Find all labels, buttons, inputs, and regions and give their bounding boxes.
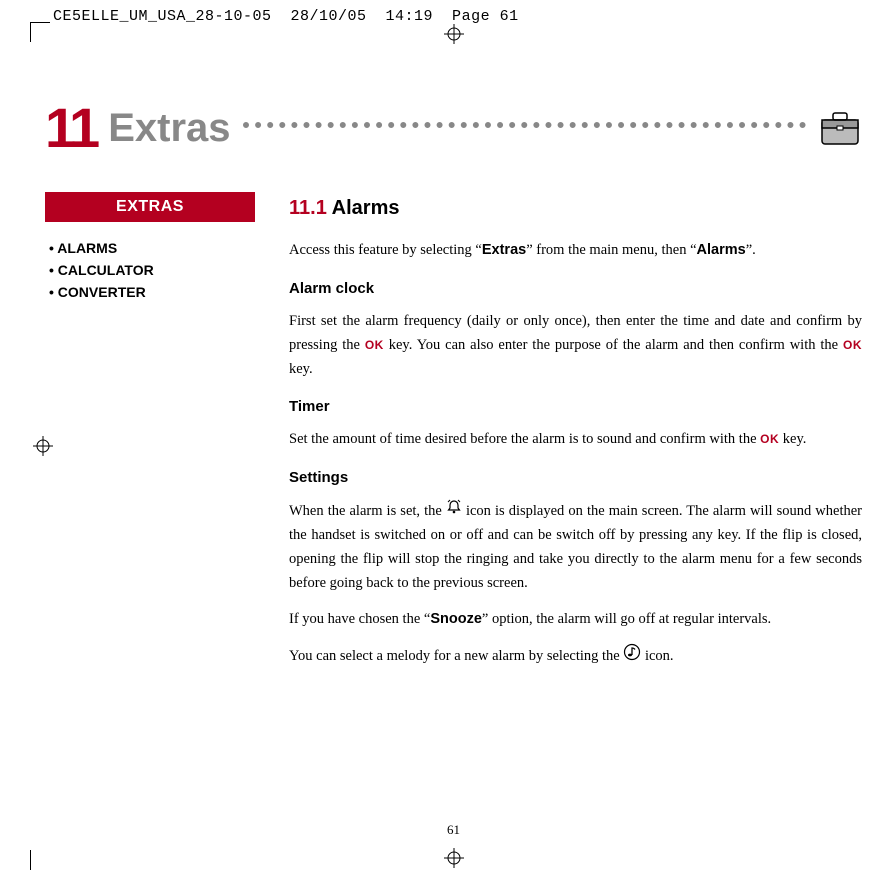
crop-mark-bl bbox=[30, 850, 50, 870]
alarm-clock-paragraph: First set the alarm frequency (daily or … bbox=[289, 310, 862, 382]
dot-leader bbox=[243, 122, 806, 128]
registration-mark-bottom bbox=[444, 848, 464, 868]
settings-heading: Settings bbox=[289, 466, 862, 491]
section-title: Alarms bbox=[332, 197, 400, 219]
ok-key-icon: OK bbox=[365, 338, 384, 352]
sidebar-item-alarms: ALARMS bbox=[49, 240, 255, 256]
snooze-paragraph: If you have chosen the “Snooze” option, … bbox=[289, 608, 862, 632]
toolbox-icon bbox=[818, 108, 862, 148]
settings-paragraph: When the alarm is set, the icon is displ… bbox=[289, 499, 862, 596]
sidebar-item-calculator: CALCULATOR bbox=[49, 262, 255, 278]
sidebar-item-converter: CONVERTER bbox=[49, 284, 255, 300]
registration-mark-left bbox=[33, 436, 53, 456]
alarm-bell-icon bbox=[446, 499, 462, 524]
chapter-number: 11 bbox=[45, 100, 96, 156]
main-content: 11.1 Alarms Access this feature by selec… bbox=[289, 192, 862, 682]
melody-paragraph: You can select a melody for a new alarm … bbox=[289, 643, 862, 670]
sidebar: EXTRAS ALARMS CALCULATOR CONVERTER bbox=[45, 192, 255, 682]
chapter-title: Extras bbox=[108, 108, 230, 148]
page-frame: CE5ELLE_UM_USA_28-10-05 28/10/05 14:19 P… bbox=[45, 30, 862, 862]
chapter-heading: 11 Extras bbox=[45, 100, 862, 156]
sidebar-header: EXTRAS bbox=[45, 192, 255, 222]
print-slug: CE5ELLE_UM_USA_28-10-05 28/10/05 14:19 P… bbox=[53, 8, 519, 25]
intro-paragraph: Access this feature by selecting “Extras… bbox=[289, 239, 862, 263]
ok-key-icon: OK bbox=[843, 338, 862, 352]
sidebar-list: ALARMS CALCULATOR CONVERTER bbox=[49, 240, 255, 300]
crop-mark-tl bbox=[30, 22, 50, 42]
alarm-clock-heading: Alarm clock bbox=[289, 277, 862, 302]
melody-note-icon bbox=[623, 643, 641, 670]
section-heading: 11.1 Alarms bbox=[289, 192, 862, 225]
page-number: 61 bbox=[447, 822, 460, 838]
timer-paragraph: Set the amount of time desired before th… bbox=[289, 428, 862, 452]
registration-mark-top bbox=[444, 24, 464, 44]
ok-key-icon: OK bbox=[760, 432, 779, 446]
section-number: 11.1 bbox=[289, 197, 327, 219]
timer-heading: Timer bbox=[289, 395, 862, 420]
